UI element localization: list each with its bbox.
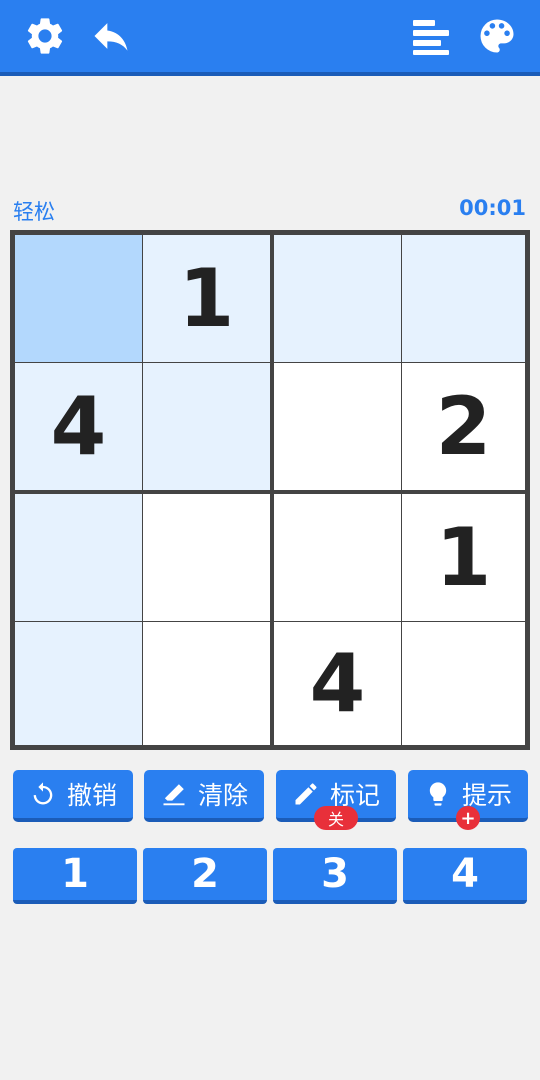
number-button-4[interactable]: 4 — [403, 848, 527, 904]
undo-button[interactable]: 撤销 — [13, 770, 133, 822]
lightbulb-icon — [429, 782, 447, 806]
hint-count-badge: + — [456, 806, 480, 830]
sudoku-cell-r3-c2[interactable] — [143, 494, 270, 621]
undo-label: 撤销 — [66, 781, 117, 810]
erase-button[interactable]: 清除 — [144, 770, 264, 822]
sudoku-cell-r4-c2[interactable] — [143, 622, 270, 745]
hint-button[interactable]: 提示 + — [408, 770, 528, 830]
number-pad: 1 2 3 4 — [0, 848, 540, 908]
action-bar: 撤销 清除 标记 关 提示 + — [0, 770, 540, 830]
palette-icon[interactable] — [473, 12, 521, 60]
number-button-2[interactable]: 2 — [143, 848, 267, 904]
refresh-icon — [33, 782, 53, 805]
undo-arrow-icon[interactable] — [87, 12, 135, 60]
sudoku-cell-r2-c1[interactable]: 4 — [15, 363, 142, 490]
number-button-1[interactable]: 1 — [13, 848, 137, 904]
difficulty-label: 轻松 — [13, 200, 55, 224]
number-button-3[interactable]: 3 — [273, 848, 397, 904]
gear-icon[interactable] — [21, 12, 69, 60]
sudoku-cell-r2-c4[interactable]: 2 — [402, 363, 525, 490]
sudoku-cell-r3-c1[interactable] — [15, 494, 142, 621]
notes-button[interactable]: 标记 关 — [276, 770, 396, 830]
sudoku-cell-r2-c3[interactable] — [274, 363, 401, 490]
sudoku-cell-r2-c2[interactable] — [143, 363, 270, 490]
game-timer: 00:01 — [459, 196, 526, 220]
stats-bars-icon[interactable] — [407, 12, 455, 60]
sudoku-cell-r1-c1[interactable] — [15, 235, 142, 362]
sudoku-cell-r4-c4[interactable] — [402, 622, 525, 745]
sudoku-cell-r4-c3[interactable]: 4 — [274, 622, 401, 745]
eraser-icon — [163, 784, 185, 806]
sudoku-cell-r1-c3[interactable] — [274, 235, 401, 362]
sudoku-cell-r3-c4[interactable]: 1 — [402, 494, 525, 621]
sudoku-cell-r1-c2[interactable]: 1 — [143, 235, 270, 362]
notes-off-badge: 关 — [314, 806, 358, 830]
sudoku-cell-r1-c4[interactable] — [402, 235, 525, 362]
sudoku-cell-r3-c3[interactable] — [274, 494, 401, 621]
sudoku-cell-r4-c1[interactable] — [15, 622, 142, 745]
pencil-icon — [295, 783, 317, 805]
top-toolbar — [0, 0, 540, 76]
sudoku-board: 14214 — [10, 230, 530, 750]
erase-label: 清除 — [197, 781, 248, 810]
